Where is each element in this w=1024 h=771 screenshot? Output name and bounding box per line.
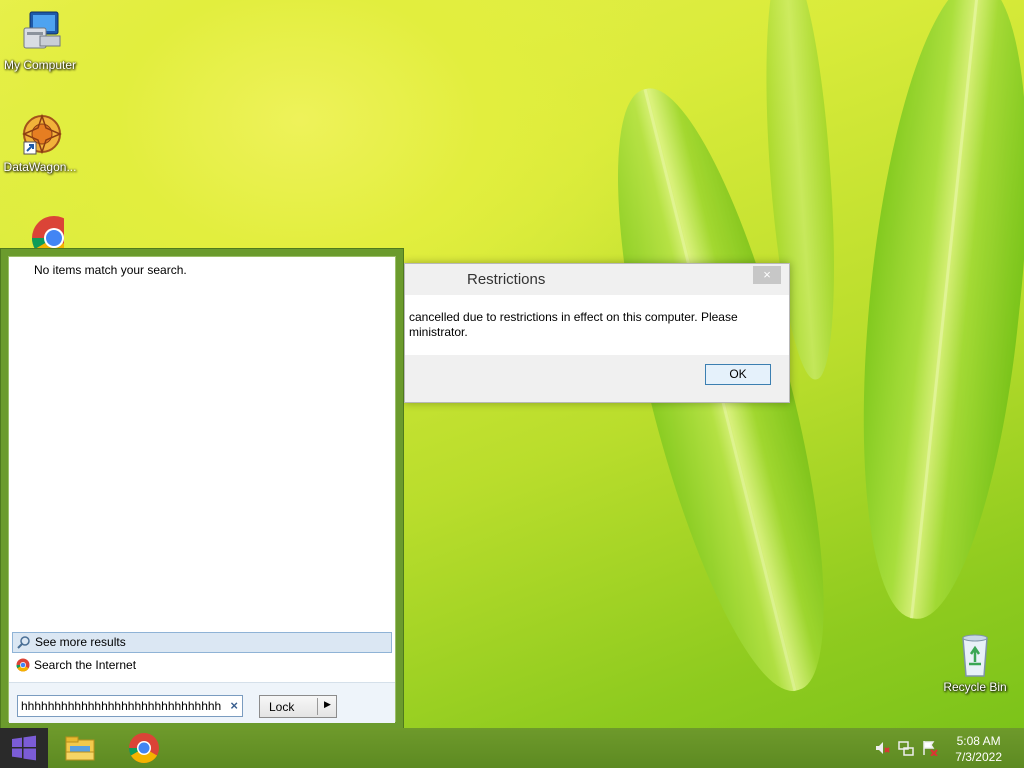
search-icon [17, 635, 31, 655]
recycle-bin-icon [951, 630, 999, 678]
leaf-decoration [836, 0, 1024, 627]
dialog-title: Restrictions [467, 271, 546, 288]
divider [317, 698, 318, 715]
taskbar-clock[interactable]: 5:08 AM 7/3/2022 [955, 733, 1002, 765]
search-input-value: hhhhhhhhhhhhhhhhhhhhhhhhhhhhhh [21, 699, 222, 713]
chrome-taskbar-icon[interactable] [128, 732, 160, 764]
desktop-icon-datawagon[interactable]: DataWagon... [0, 110, 80, 174]
action-center-icon[interactable] [922, 740, 938, 757]
dialog-message-line: cancelled due to restrictions in effect … [409, 310, 738, 324]
no-results-message: No items match your search. [34, 263, 187, 277]
clock-date: 7/3/2022 [955, 750, 1002, 764]
start-menu-panel: No items match your search. See more res… [0, 248, 404, 729]
desktop-icon-label: Recycle Bin [943, 680, 1007, 694]
desktop-icon-label: DataWagon... [3, 160, 77, 174]
file-explorer-icon[interactable] [64, 732, 96, 764]
computer-icon [16, 8, 64, 56]
dialog-message: cancelled due to restrictions in effect … [409, 310, 738, 340]
clear-search-icon[interactable]: × [230, 696, 238, 716]
windows-logo-icon [12, 735, 36, 761]
desktop-icon-label: My Computer [3, 58, 77, 72]
start-menu-results: No items match your search. See more res… [8, 256, 396, 723]
dialog-message-line: ministrator. [409, 325, 468, 339]
clock-time: 5:08 AM [956, 734, 1001, 748]
power-options-arrow-icon[interactable]: ▶ [324, 699, 331, 710]
chrome-icon [16, 658, 30, 679]
search-internet-label: Search the Internet [34, 658, 137, 672]
desktop-icon-my-computer[interactable]: My Computer [0, 8, 80, 72]
dialog-close-button[interactable]: × [753, 266, 781, 284]
network-icon[interactable] [898, 740, 914, 756]
lock-button[interactable]: Lock ▶ [259, 695, 337, 718]
desktop-icon-recycle-bin[interactable]: Recycle Bin [935, 630, 1015, 694]
see-more-results-item[interactable]: See more results [12, 632, 392, 653]
see-more-results-label: See more results [35, 635, 126, 649]
search-internet-item[interactable]: Search the Internet [12, 655, 392, 676]
dialog-body: cancelled due to restrictions in effect … [405, 295, 789, 355]
start-menu-bottom-bar: hhhhhhhhhhhhhhhhhhhhhhhhhhhhhh × Lock ▶ [9, 682, 395, 723]
restrictions-dialog: Restrictions × cancelled due to restrict… [404, 263, 790, 403]
lock-button-label: Lock [269, 700, 295, 714]
datawagon-icon [16, 110, 64, 158]
start-button[interactable] [0, 728, 48, 768]
start-search-input[interactable]: hhhhhhhhhhhhhhhhhhhhhhhhhhhhhh × [17, 695, 243, 717]
volume-muted-icon[interactable] [874, 740, 890, 756]
ok-button[interactable]: OK [705, 364, 771, 385]
taskbar: 5:08 AM 7/3/2022 [0, 728, 1024, 768]
